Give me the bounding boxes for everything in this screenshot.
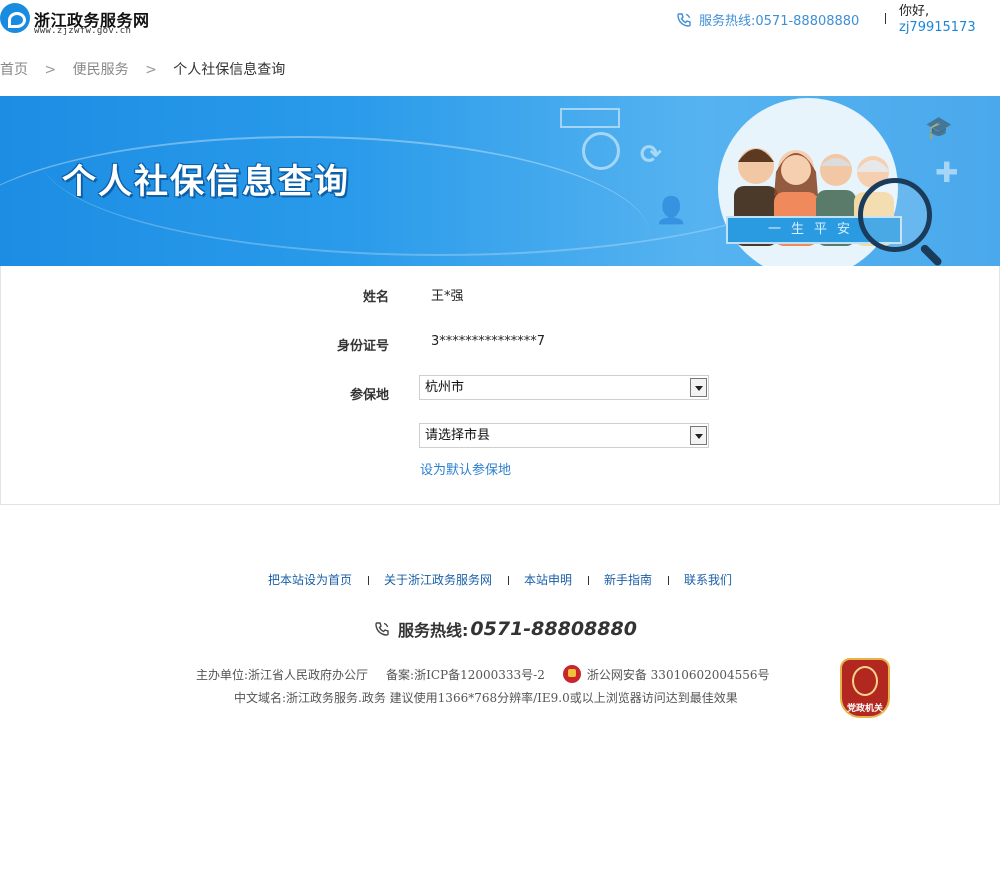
logo-icon (0, 3, 30, 33)
breadcrumb-separator: > (44, 62, 57, 78)
name-label: 姓名 (362, 290, 389, 305)
document-icon (560, 108, 620, 128)
footer-divider (668, 576, 670, 585)
username-link[interactable]: zj79915173 (899, 20, 976, 35)
footer-police-record[interactable]: 浙公网安备 33010602004556号 (587, 666, 770, 683)
id-value: 3***************7 (431, 334, 546, 349)
footer-links: 把本站设为首页 关于浙江政务服务网 本站申明 新手指南 联系我们 (0, 571, 1000, 588)
phone-icon (375, 622, 389, 636)
breadcrumb-current: 个人社保信息查询 (173, 62, 286, 78)
footer-hotline: 服务热线: 0571-88808880 (374, 617, 637, 641)
region-label: 参保地 (349, 388, 389, 403)
county-select[interactable]: 请选择市县 (419, 423, 709, 448)
logo-url: www.zjzwfw.gov.cn (34, 26, 132, 36)
footer-link-contact[interactable]: 联系我们 (684, 571, 732, 588)
footer-icp[interactable]: 备案:浙ICP备12000333号-2 (386, 666, 545, 683)
badge-emblem (852, 666, 878, 696)
footer-info-line: 主办单位:浙江省人民政府办公厅 备案:浙ICP备12000333号-2 浙公网安… (196, 665, 770, 683)
footer-hotline-number: 0571-88808880 (470, 618, 637, 640)
phone-icon (677, 12, 691, 27)
footer-divider (507, 576, 509, 585)
badge-text: 党政机关 (846, 704, 883, 714)
footer-hotline-label: 服务热线: (398, 621, 469, 640)
police-badge-icon (562, 665, 581, 683)
footer-link-guide[interactable]: 新手指南 (604, 571, 652, 588)
breadcrumb-services[interactable]: 便民服务 (73, 59, 129, 79)
site-header: 浙江政务服务网 www.zjzwfw.gov.cn 服务热线:0571-8880… (0, 0, 1000, 48)
greeting: 你好, (899, 4, 930, 19)
chevron-down-icon[interactable] (690, 378, 707, 397)
footer-sponsor: 主办单位:浙江省人民政府办公厅 (196, 667, 369, 682)
header-hotline: 服务热线:0571-88808880 (676, 10, 859, 29)
query-panel: 姓名 王*强 身份证号 3***************7 参保地 杭州市 请选… (0, 266, 1000, 505)
party-government-badge[interactable]: 党政机关 (840, 658, 890, 718)
user-icon: 👤 (655, 196, 688, 226)
footer-link-set-homepage[interactable]: 把本站设为首页 (268, 571, 352, 588)
refresh-icon: ⟳ (640, 140, 662, 170)
city-select[interactable]: 杭州市 (419, 375, 709, 400)
breadcrumb-separator: > (145, 62, 157, 78)
chevron-down-icon[interactable] (690, 426, 707, 445)
breadcrumb-home[interactable]: 首页 (0, 59, 28, 79)
footer-link-statement[interactable]: 本站申明 (524, 571, 572, 588)
page-banner: ⟳ 👤 ✚ 🎓 个人社保信息查询 一生平安 (0, 96, 1000, 266)
site-logo[interactable]: 浙江政务服务网 www.zjzwfw.gov.cn (0, 3, 160, 37)
set-default-region-link[interactable]: 设为默认参保地 (420, 459, 511, 478)
footer-link-about[interactable]: 关于浙江政务服务网 (384, 571, 492, 588)
header-divider (885, 13, 886, 24)
id-label: 身份证号 (336, 339, 389, 354)
name-value: 王*强 (431, 289, 464, 304)
footer-domain-note: 中文域名:浙江政务服务.政务 建议使用1366*768分辨率/IE9.0或以上浏… (234, 691, 738, 705)
globe-icon (582, 132, 620, 170)
graduation-cap-icon: 🎓 (925, 116, 953, 141)
breadcrumb: 首页 > 便民服务 > 个人社保信息查询 (0, 59, 285, 79)
footer-divider (367, 576, 369, 585)
magnifier-icon (858, 178, 932, 252)
magnifier-handle (919, 243, 944, 266)
city-select-value: 杭州市 (425, 380, 465, 395)
banner-title: 个人社保信息查询 (62, 162, 350, 202)
footer-divider (588, 576, 589, 585)
health-cross-icon: ✚ (935, 156, 959, 189)
header-hotline-text: 服务热线:0571-88808880 (699, 14, 860, 29)
county-select-value: 请选择市县 (425, 428, 491, 443)
